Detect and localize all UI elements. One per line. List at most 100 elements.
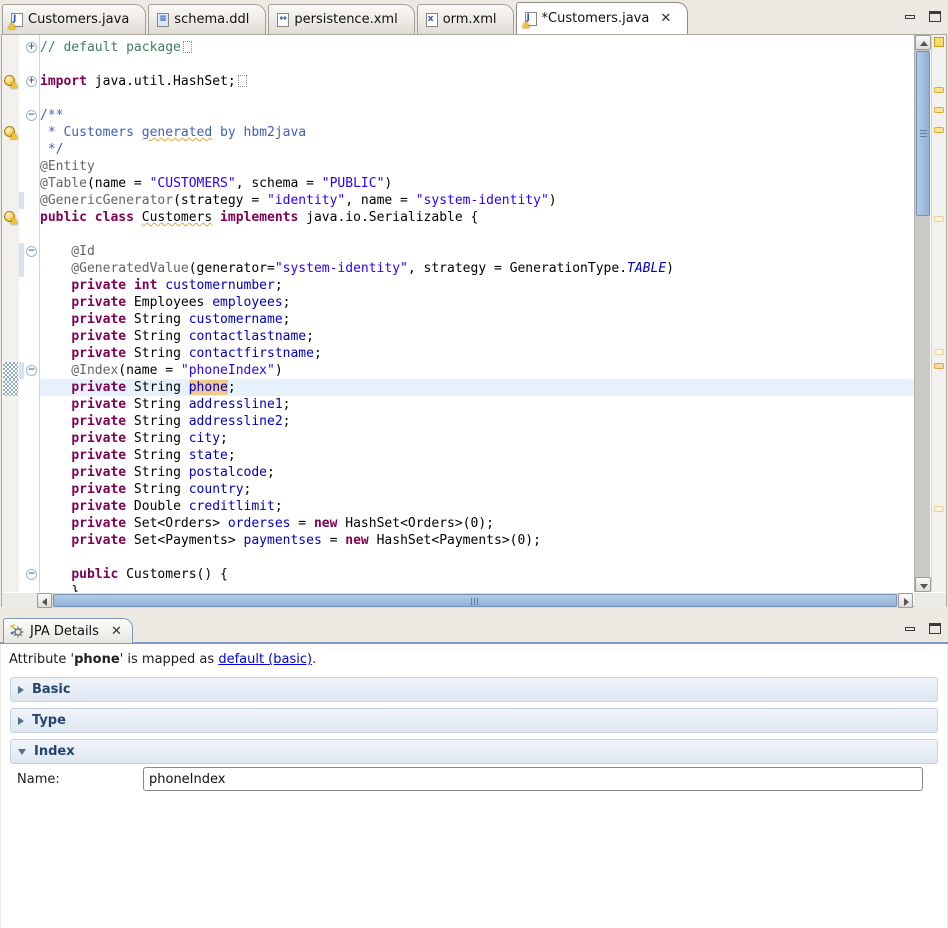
code-line[interactable]: public class Customers implements java.i… bbox=[40, 209, 914, 226]
editor-tab-customersjava[interactable]: Customers.java bbox=[2, 4, 146, 34]
code-line[interactable]: private Employees employees; bbox=[40, 294, 914, 311]
code-line[interactable]: private String addressline1; bbox=[40, 396, 914, 413]
code-line[interactable]: private String state; bbox=[40, 447, 914, 464]
code-line[interactable]: @GeneratedValue(generator="system-identi… bbox=[40, 260, 914, 277]
code-line[interactable] bbox=[40, 56, 914, 73]
section-basic[interactable]: Basic bbox=[10, 677, 938, 702]
code-line[interactable] bbox=[40, 549, 914, 566]
editor-tab-persistencexml[interactable]: persistence.xml bbox=[268, 4, 414, 34]
overview-annotation-pale[interactable] bbox=[934, 216, 944, 222]
quick-diff-change bbox=[19, 192, 24, 209]
code-line[interactable]: // default package bbox=[40, 39, 914, 56]
mapping-status-text: Attribute 'phone' is mapped as default (… bbox=[9, 652, 316, 667]
chevron-down-icon bbox=[18, 749, 26, 755]
code-line[interactable]: public Customers() { bbox=[40, 566, 914, 583]
scroll-down-icon[interactable] bbox=[915, 577, 931, 592]
chevron-right-icon bbox=[18, 686, 24, 694]
overview-ruler[interactable] bbox=[931, 35, 946, 592]
vertical-scrollbar[interactable] bbox=[914, 35, 930, 592]
quick-diff-change bbox=[19, 362, 24, 379]
fold-collapse-icon[interactable]: − bbox=[26, 110, 37, 121]
code-line[interactable]: @Index(name = "phoneIndex") bbox=[40, 362, 914, 379]
editor-tab-label: *Customers.java bbox=[542, 11, 650, 26]
code-line[interactable]: private String contactlastname; bbox=[40, 328, 914, 345]
overview-annotation-pale[interactable] bbox=[934, 349, 944, 355]
code-editor-text[interactable]: // default package import java.util.HashS… bbox=[40, 35, 914, 592]
warning-lightbulb-icon[interactable] bbox=[4, 210, 17, 223]
horizontal-scroll-thumb[interactable] bbox=[53, 594, 897, 607]
collapsed-region-box bbox=[238, 75, 247, 87]
xml-file-icon bbox=[426, 13, 438, 27]
code-line[interactable]: private Double creditlimit; bbox=[40, 498, 914, 515]
horizontal-scrollbar[interactable] bbox=[37, 593, 913, 608]
code-line[interactable] bbox=[40, 226, 914, 243]
code-line[interactable]: private int customernumber; bbox=[40, 277, 914, 294]
editor-tab-customersjava[interactable]: *Customers.java ✕ bbox=[516, 2, 689, 34]
editor-tab-ormxml[interactable]: orm.xml bbox=[417, 4, 514, 34]
fold-collapse-icon[interactable]: − bbox=[26, 365, 37, 376]
editor-tab-label: persistence.xml bbox=[294, 12, 397, 27]
editor-tab-bar: Customers.javaschema.ddl persistence.xml o… bbox=[2, 2, 888, 34]
warning-lightbulb-icon[interactable] bbox=[4, 125, 17, 138]
code-line[interactable]: private String country; bbox=[40, 481, 914, 498]
code-line[interactable]: */ bbox=[40, 141, 914, 158]
code-line[interactable]: } bbox=[40, 583, 914, 592]
code-line[interactable]: private String contactfirstname; bbox=[40, 345, 914, 362]
minimize-icon[interactable] bbox=[902, 622, 917, 636]
minimize-icon[interactable] bbox=[902, 10, 917, 24]
code-line[interactable]: @Table(name = "CUSTOMERS", schema = "PUB… bbox=[40, 175, 914, 192]
jpa-window-buttons bbox=[902, 622, 942, 636]
mapping-type-link[interactable]: default (basic) bbox=[218, 652, 312, 667]
jpa-details-icon bbox=[10, 624, 24, 638]
section-basic-label: Basic bbox=[32, 682, 71, 697]
code-line[interactable]: private String phone; bbox=[40, 379, 914, 396]
section-type[interactable]: Type bbox=[10, 708, 938, 733]
tab-jpa-details[interactable]: JPA Details ✕ bbox=[3, 618, 133, 643]
code-line[interactable]: private String city; bbox=[40, 430, 914, 447]
overview-annotation-note[interactable] bbox=[934, 363, 944, 369]
overview-annotation-pale[interactable] bbox=[934, 506, 944, 512]
fold-collapse-icon[interactable]: − bbox=[26, 246, 37, 257]
overview-annotation-warn[interactable] bbox=[934, 87, 944, 93]
warning-lightbulb-icon[interactable] bbox=[4, 74, 17, 87]
code-line[interactable]: import java.util.HashSet; bbox=[40, 73, 914, 90]
overview-annotation-warn[interactable] bbox=[934, 107, 944, 113]
code-line[interactable]: private String addressline2; bbox=[40, 413, 914, 430]
scroll-left-icon[interactable] bbox=[37, 593, 52, 608]
code-line[interactable]: private String customername; bbox=[40, 311, 914, 328]
editor-content: + + − − − − // default package import java.uti… bbox=[2, 35, 946, 592]
fold-expand-icon[interactable]: + bbox=[26, 76, 37, 87]
maximize-icon[interactable] bbox=[927, 622, 942, 636]
code-line[interactable]: @Entity bbox=[40, 158, 914, 175]
code-line[interactable]: /** bbox=[40, 107, 914, 124]
editor-tab-schemaddl[interactable]: schema.ddl bbox=[148, 4, 266, 34]
range-indicator bbox=[3, 362, 18, 379]
overview-annotation-warn[interactable] bbox=[934, 127, 944, 133]
scroll-right-icon[interactable] bbox=[898, 593, 913, 608]
fold-collapse-icon[interactable]: − bbox=[26, 569, 37, 580]
overview-ruler-header[interactable] bbox=[934, 37, 944, 47]
quick-diff-change bbox=[19, 243, 24, 260]
fold-expand-icon[interactable]: + bbox=[26, 42, 37, 53]
code-line[interactable] bbox=[40, 90, 914, 107]
editor-window-buttons bbox=[902, 10, 942, 24]
index-name-input[interactable] bbox=[143, 767, 923, 791]
mapped-attribute-name: phone bbox=[74, 652, 120, 667]
scroll-corner-right bbox=[914, 593, 946, 608]
ddl-file-icon bbox=[157, 13, 169, 27]
close-icon[interactable]: ✕ bbox=[660, 12, 671, 25]
code-line[interactable]: private String postalcode; bbox=[40, 464, 914, 481]
close-icon[interactable]: ✕ bbox=[111, 625, 122, 638]
vertical-scroll-thumb[interactable] bbox=[916, 51, 930, 216]
code-line[interactable]: private Set<Orders> orderses = new HashS… bbox=[40, 515, 914, 532]
code-line[interactable]: * Customers generated by hbm2java bbox=[40, 124, 914, 141]
maximize-icon[interactable] bbox=[927, 10, 942, 24]
editor-tab-label: orm.xml bbox=[443, 12, 497, 27]
section-index[interactable]: Index bbox=[10, 739, 938, 764]
code-line[interactable]: @Id bbox=[40, 243, 914, 260]
code-line[interactable]: private Set<Payments> paymentses = new H… bbox=[40, 532, 914, 549]
java-file-warning-icon bbox=[11, 13, 23, 27]
folding-bar: + + − − − − bbox=[25, 35, 39, 592]
scroll-up-icon[interactable] bbox=[915, 35, 931, 50]
code-line[interactable]: @GenericGenerator(strategy = "identity",… bbox=[40, 192, 914, 209]
